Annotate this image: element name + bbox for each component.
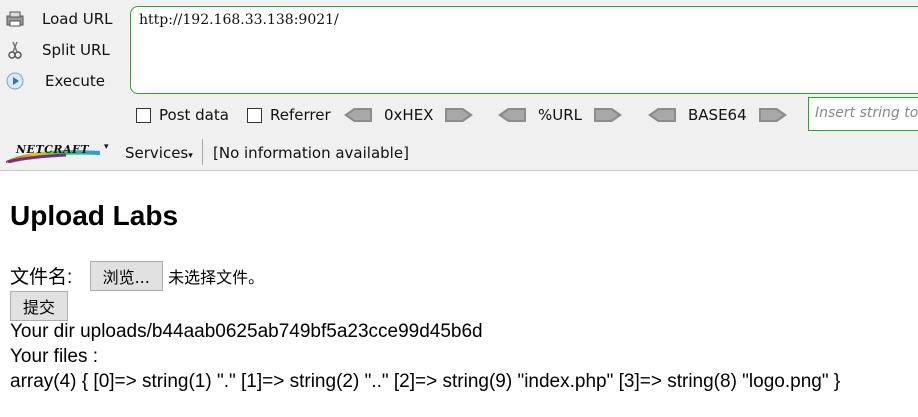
submit-button[interactable]: 提交 [10,291,69,321]
referrer-box[interactable] [247,107,262,123]
netcraft-logo[interactable]: NETCRAFT [6,143,100,163]
netcraft-toolbar: NETCRAFT ▾ Services▾ [No information ava… [0,133,918,171]
execute-button[interactable]: Execute [4,68,105,94]
services-label: Services [125,144,189,162]
files-label: Your files : [10,346,99,367]
url-encode-arrow-icon[interactable] [594,107,623,123]
play-icon [4,70,26,92]
base64-encoder: BASE64 [648,106,787,124]
netcraft-menu-arrow-icon[interactable]: ▾ [104,142,109,152]
base64-encode-arrow-icon[interactable] [758,107,787,123]
toolbar-divider [202,139,203,165]
referrer-checkbox[interactable]: Referrer [247,106,331,124]
dir-line: Your dir uploads/b44aab0625ab749bf5a23cc… [10,321,483,342]
hex-decode-arrow-icon[interactable] [344,107,372,123]
load-url-label: Load URL [42,10,113,28]
referrer-label: Referrer [270,106,331,124]
netcraft-logo-text: NETCRAFT [16,143,90,156]
url-decode-arrow-icon[interactable] [498,107,526,123]
hackbar-options: Post data Referrer 0xHEX %URL BASE64 [0,100,918,130]
post-data-label: Post data [159,106,229,124]
hex-encoder: 0xHEX [344,106,474,124]
hackbar-toolbar: Load URL Split URL Execute http://192.16… [0,0,918,133]
hex-label: 0xHEX [384,106,434,124]
load-url-button[interactable]: Load URL [4,6,113,32]
post-data-checkbox[interactable]: Post data [136,106,229,124]
base64-decode-arrow-icon[interactable] [648,107,676,123]
url-textarea[interactable]: http://192.168.33.138:9021/ [130,6,918,94]
services-arrow-icon: ▾ [188,151,193,161]
files-dump: array(4) { [0]=> string(1) "." [1]=> str… [10,371,841,392]
file-name-label: 文件名: [10,267,73,288]
file-upload-row: 文件名: 浏览... 未选择文件。 [10,261,264,291]
no-file-text: 未选择文件。 [168,270,265,287]
execute-label: Execute [45,72,105,90]
load-url-icon [4,8,26,30]
page-title: Upload Labs [10,200,179,231]
url-label: %URL [538,106,583,124]
split-url-button[interactable]: Split URL [4,37,110,63]
submit-row: 提交 [10,291,69,321]
post-data-box[interactable] [136,107,151,123]
services-menu[interactable]: Services▾ [125,144,193,162]
site-info-text: [No information available] [213,144,409,162]
insert-string-input[interactable]: Insert string to [808,97,918,131]
url-encoder: %URL [498,106,623,124]
split-url-label: Split URL [42,41,110,59]
hex-encode-arrow-icon[interactable] [445,107,474,123]
browse-button[interactable]: 浏览... [89,261,163,291]
scissors-icon [4,39,26,61]
base64-label: BASE64 [688,106,747,124]
